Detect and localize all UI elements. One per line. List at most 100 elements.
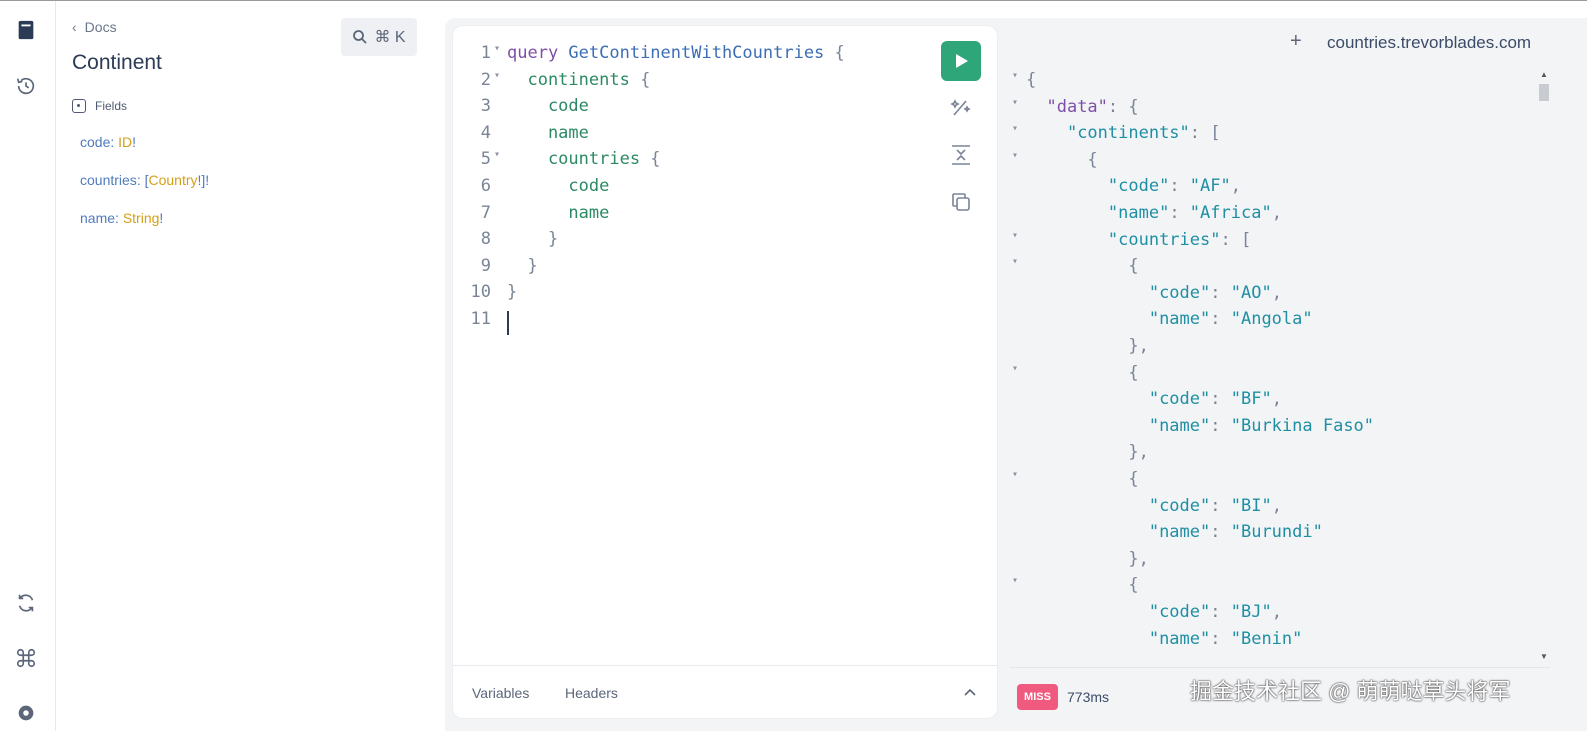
fold-arrow-icon[interactable]: ▾ (1012, 256, 1018, 267)
response-line: ▾ "countries": [ (1008, 230, 1528, 256)
settings-gear-icon[interactable] (14, 701, 38, 725)
search-icon (353, 30, 368, 44)
response-line: "name": "Benin" (1008, 629, 1528, 655)
code-text: } (507, 282, 518, 303)
response-text: }, (1026, 442, 1149, 463)
scroll-up-arrow-icon[interactable]: ▲ (1540, 70, 1548, 79)
code-text: code (507, 176, 610, 196)
line-number: 7 (480, 202, 491, 223)
response-text: "name": "Benin" (1148, 628, 1303, 649)
query-editor[interactable]: 1 ▾ query GetContinentWithCountries {2 ▾ co… (453, 26, 997, 718)
fold-arrow-icon[interactable]: ▾ (494, 149, 500, 160)
field-name-link[interactable]: countries (80, 172, 137, 188)
response-text: "countries": [ (1107, 229, 1252, 250)
docs-back-link[interactable]: ‹ Docs (72, 19, 117, 35)
fold-arrow-icon[interactable]: ▾ (1012, 97, 1018, 108)
response-line: ▾ { (1008, 575, 1528, 601)
fold-arrow-icon[interactable]: ▾ (1012, 469, 1018, 480)
line-number: 3 (480, 96, 491, 117)
response-line: }, (1008, 549, 1528, 575)
response-line: "name": "Africa", (1008, 203, 1528, 229)
code-line[interactable]: 8 } (453, 229, 923, 255)
tab-headers[interactable]: Headers (565, 685, 618, 701)
response-line: "code": "AO", (1008, 283, 1528, 309)
prettify-icon[interactable] (949, 95, 973, 119)
field-type-link[interactable]: Country (148, 172, 197, 188)
response-text: "name": "Africa", (1107, 203, 1282, 223)
icon-rail (0, 1, 56, 731)
add-tab-button[interactable]: + (1290, 30, 1302, 53)
response-line: "name": "Burkina Faso" (1008, 416, 1528, 442)
response-line: ▾ "continents": [ (1008, 123, 1528, 149)
response-text: "code": "BI", (1148, 495, 1282, 516)
response-text: "name": "Burkina Faso" (1148, 415, 1375, 436)
code-text: } (507, 255, 538, 276)
code-line[interactable]: 6 code (453, 176, 923, 202)
field-name-link[interactable]: code (80, 134, 110, 150)
field-punct: : (115, 210, 123, 226)
fold-arrow-icon[interactable]: ▾ (1012, 150, 1018, 161)
refetch-schema-icon[interactable] (14, 591, 38, 615)
line-number: 6 (480, 176, 491, 196)
fold-arrow-icon[interactable]: ▾ (1012, 575, 1018, 586)
response-text: { (1026, 575, 1139, 596)
response-line: "code": "BF", (1008, 389, 1528, 415)
fold-arrow-icon[interactable]: ▾ (1012, 123, 1018, 134)
code-text: } (507, 229, 559, 250)
code-text: code (507, 96, 589, 117)
fields-heading: Fields (72, 99, 127, 113)
response-line: }, (1008, 336, 1528, 362)
code-line[interactable]: 5 ▾ countries { (453, 149, 923, 175)
scroll-down-arrow-icon[interactable]: ▼ (1540, 652, 1548, 661)
field-punct: : (110, 134, 119, 150)
fields-heading-label: Fields (95, 99, 128, 113)
field-type-link[interactable]: ID (118, 134, 132, 150)
docs-book-icon[interactable] (14, 18, 38, 42)
field-countries[interactable]: countries: [Country!]! (80, 172, 209, 188)
fold-arrow-icon[interactable]: ▾ (494, 70, 500, 81)
field-name[interactable]: name: String! (80, 210, 163, 226)
tab-variables[interactable]: Variables (472, 685, 529, 701)
code-line[interactable]: 11 (453, 309, 923, 335)
line-number: 5 (480, 149, 491, 170)
code-text: query GetContinentWithCountries { (507, 43, 845, 63)
response-text: "data": { (1046, 96, 1139, 117)
endpoint-host: countries.trevorblades.com (1327, 33, 1532, 52)
code-line[interactable]: 3 code (453, 96, 923, 122)
fold-arrow-icon[interactable]: ▾ (1012, 70, 1018, 81)
history-icon[interactable] (14, 74, 38, 98)
execute-query-button[interactable] (941, 41, 981, 81)
response-text: }, (1026, 548, 1149, 569)
merge-fragments-icon[interactable] (949, 143, 973, 167)
code-line[interactable]: 10} (453, 282, 923, 308)
fold-arrow-icon[interactable]: ▾ (1012, 363, 1018, 374)
search-shortcut: ⌘ K (374, 29, 406, 46)
code-line[interactable]: 2 ▾ continents { (453, 70, 923, 96)
scroll-thumb[interactable] (1539, 84, 1549, 101)
docs-search-button[interactable]: ⌘ K (341, 18, 417, 56)
docs-back-label: Docs (84, 19, 117, 35)
code-line[interactable]: 4 name (453, 123, 923, 149)
type-title: Continent (72, 51, 162, 74)
command-icon[interactable] (14, 646, 38, 670)
fold-arrow-icon[interactable]: ▾ (494, 43, 500, 54)
fold-arrow-icon[interactable]: ▾ (1012, 230, 1018, 241)
line-number: 9 (480, 255, 491, 276)
code-line[interactable]: 7 name (453, 203, 923, 229)
line-number: 8 (480, 229, 491, 250)
chevron-left-icon: ‹ (72, 19, 77, 35)
field-type-link[interactable]: String (123, 210, 160, 226)
response-text: "code": "AF", (1107, 176, 1241, 197)
code-line[interactable]: 9 } (453, 256, 923, 282)
response-scrollbar[interactable]: ▲ ▼ (1536, 68, 1552, 666)
copy-query-icon[interactable] (949, 190, 973, 214)
field-name-link[interactable]: name (80, 210, 115, 226)
line-number: 11 (470, 309, 491, 329)
play-icon (956, 54, 968, 68)
code-line[interactable]: 1 ▾ query GetContinentWithCountries { (453, 43, 923, 69)
chevron-up-icon[interactable] (963, 686, 977, 700)
response-text: "name": "Angola" (1148, 309, 1313, 330)
response-text: "code": "BF", (1148, 389, 1282, 410)
field-code[interactable]: code: ID! (80, 134, 136, 150)
response-line: }, (1008, 442, 1528, 468)
